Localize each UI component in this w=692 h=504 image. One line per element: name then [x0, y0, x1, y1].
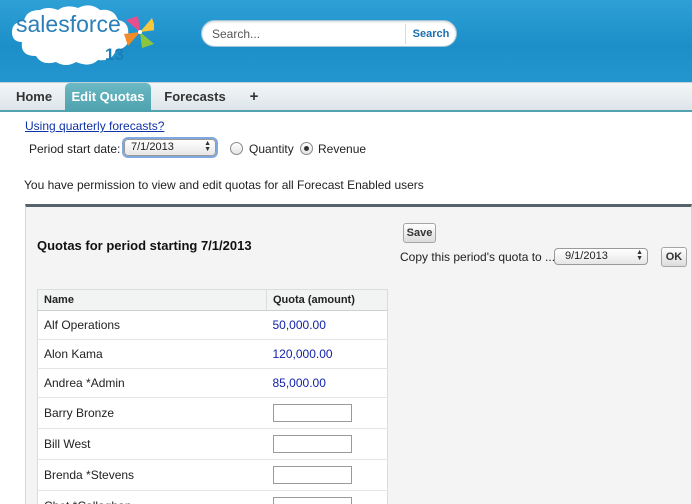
quota-input[interactable] — [272, 466, 352, 484]
quotas-panel: Quotas for period starting 7/1/2013 Save… — [25, 204, 692, 504]
table-row: Alf Operations 50,000.00 — [37, 310, 388, 340]
revenue-radio[interactable] — [300, 142, 313, 155]
row-quota-cell — [266, 490, 388, 504]
table-row: Barry Bronze — [37, 397, 388, 429]
copy-quota-label: Copy this period's quota to ... — [400, 250, 556, 264]
search-input[interactable] — [212, 25, 398, 43]
row-quota-value: 85,000.00 — [266, 368, 388, 398]
period-start-label: Period start date: — [29, 142, 121, 156]
select-arrows-icon: ▲ ▼ — [204, 140, 211, 153]
period-start-value: 7/1/2013 — [131, 141, 174, 153]
quota-input[interactable] — [272, 435, 352, 453]
row-name: Bill West — [37, 428, 267, 460]
period-start-select[interactable]: 7/1/2013 ▲ ▼ — [124, 139, 216, 156]
header-bar: salesforce 13 Search — [0, 0, 692, 84]
tab-bar: Home Edit Quotas Forecasts + — [0, 82, 692, 112]
pinwheel-icon — [124, 16, 154, 48]
salesforce-wordmark: salesforce — [16, 11, 121, 37]
search-button[interactable]: Search — [408, 24, 454, 44]
search-box: Search — [201, 20, 457, 47]
add-tab-plus-icon[interactable]: + — [244, 83, 264, 111]
permission-message: You have permission to view and edit quo… — [24, 178, 424, 192]
copy-period-select[interactable]: 9/1/2013 ▲ ▼ — [554, 248, 648, 265]
save-button[interactable]: Save — [403, 223, 436, 243]
row-quota-value: 120,000.00 — [266, 339, 388, 369]
table-row: Alon Kama 120,000.00 — [37, 339, 388, 369]
copy-period-value: 9/1/2013 — [565, 250, 608, 262]
row-name: Barry Bronze — [37, 397, 267, 429]
ok-button[interactable]: OK — [661, 247, 687, 267]
row-name: Brenda *Stevens — [37, 459, 267, 491]
table-row: Andrea *Admin 85,000.00 — [37, 368, 388, 398]
row-name: Alon Kama — [37, 339, 267, 369]
column-header-quota: Quota (amount) — [266, 289, 388, 311]
panel-title: Quotas for period starting 7/1/2013 — [37, 238, 252, 253]
row-name: Chet *Callaghan — [37, 490, 267, 504]
quantity-radio-label: Quantity — [249, 142, 294, 156]
tab-edit-quotas[interactable]: Edit Quotas — [65, 83, 151, 112]
row-quota-cell — [266, 428, 388, 460]
row-quota-cell — [266, 459, 388, 491]
tab-home[interactable]: Home — [8, 83, 60, 111]
quota-input[interactable] — [272, 404, 352, 422]
quantity-radio[interactable] — [230, 142, 243, 155]
row-quota-value: 50,000.00 — [266, 310, 388, 340]
column-header-name: Name — [37, 289, 267, 311]
salesforce-logo[interactable]: salesforce 13 — [4, 2, 154, 68]
quota-table: Name Quota (amount) Alf Operations 50,00… — [37, 289, 388, 504]
release-number: 13 — [105, 45, 124, 64]
table-header-row: Name Quota (amount) — [37, 289, 388, 311]
quarterly-forecasts-link[interactable]: Using quarterly forecasts? — [25, 119, 164, 133]
row-name: Andrea *Admin — [37, 368, 267, 398]
table-row: Bill West — [37, 428, 388, 460]
row-name: Alf Operations — [37, 310, 267, 340]
tab-forecasts[interactable]: Forecasts — [158, 83, 232, 111]
row-quota-cell — [266, 397, 388, 429]
search-divider — [405, 24, 406, 44]
select-arrows-icon: ▲ ▼ — [636, 249, 643, 262]
table-row: Chet *Callaghan — [37, 490, 388, 504]
revenue-radio-label: Revenue — [318, 142, 367, 156]
table-row: Brenda *Stevens — [37, 459, 388, 491]
quota-input[interactable] — [272, 497, 352, 504]
